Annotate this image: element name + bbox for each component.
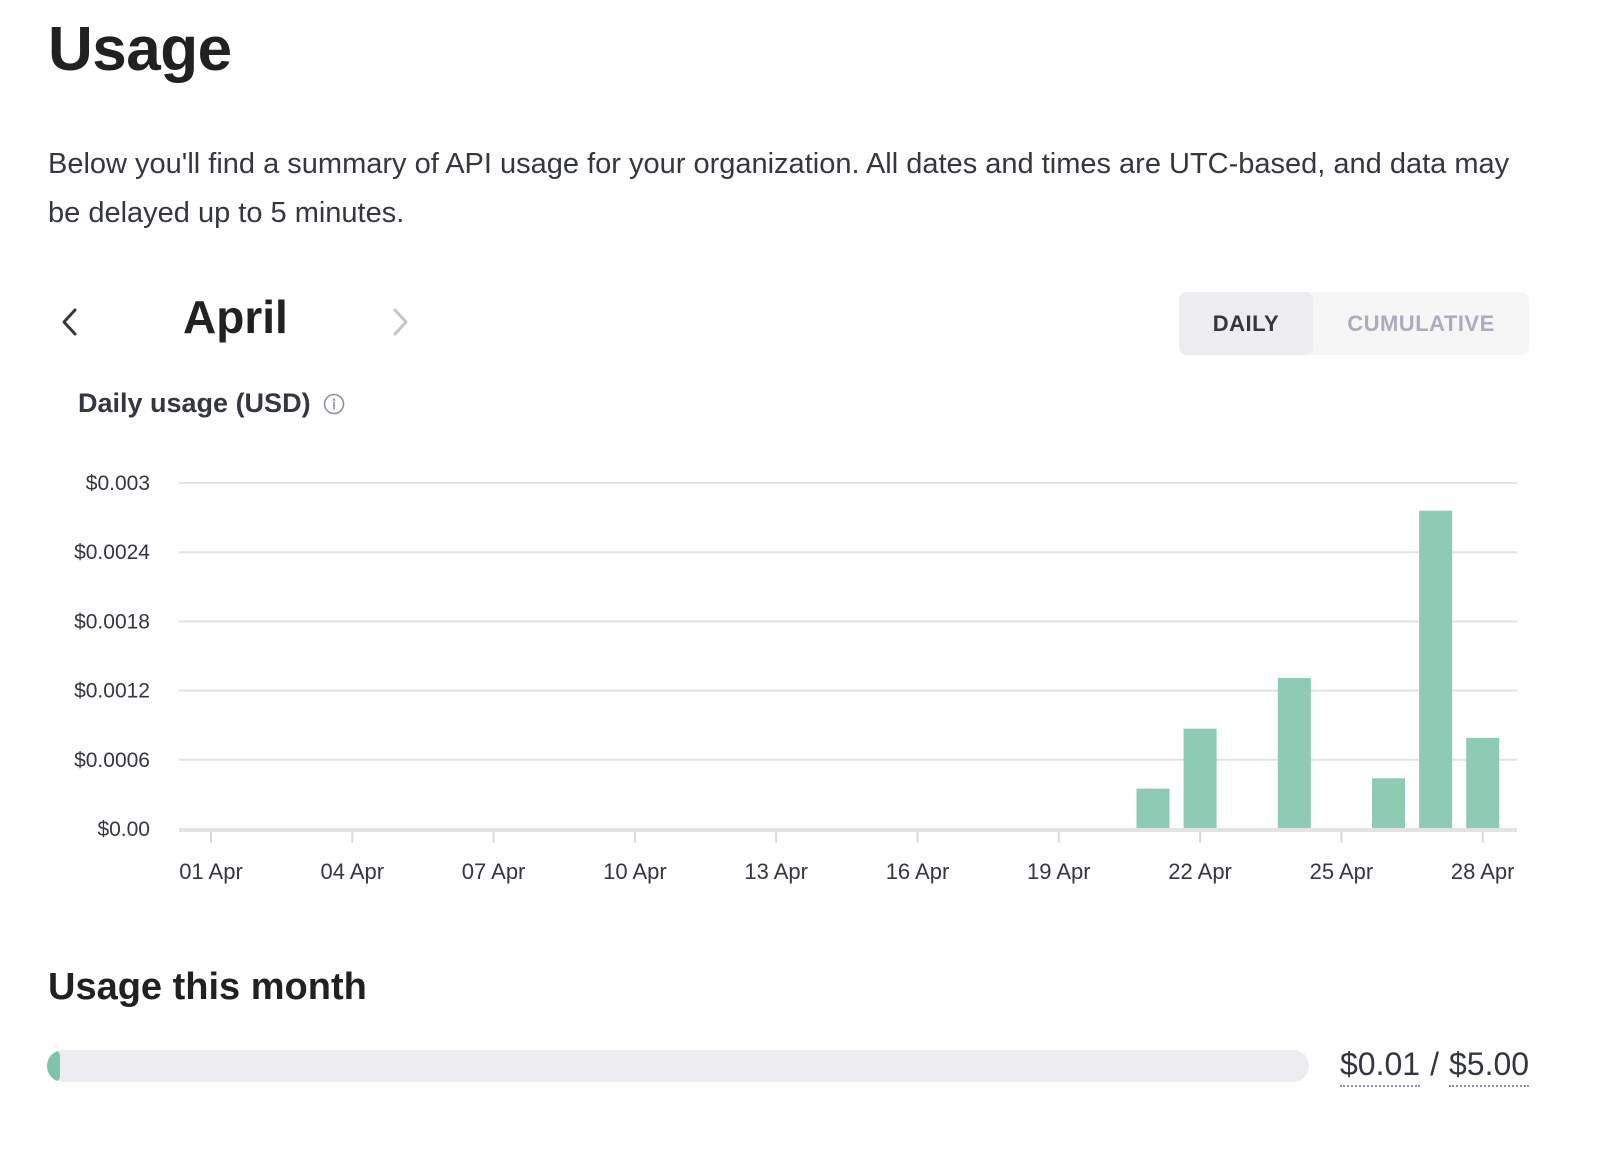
daily-usage-chart: $0.00 $0.0006 $0.0012 $0.0018 $0.0024 $0.003 2… — [74, 472, 1517, 884]
usage-amount: $0.01 / $5.00 — [1340, 1046, 1530, 1087]
cumulative-toggle-button[interactable]: CUMULATIVE — [1313, 292, 1529, 355]
x-tick-label: 04 Apr — [320, 859, 384, 884]
view-toggle: DAILY CUMULATIVE — [1179, 292, 1529, 355]
y-tick-label: $0.0024 — [74, 541, 150, 564]
month-navigator: April — [48, 290, 448, 354]
bar-27-apr[interactable]: 27 Apr: $0.00276 — [1419, 510, 1453, 829]
y-tick-label: $0.0018 — [74, 610, 150, 633]
x-tick-label: 16 Apr — [886, 859, 950, 884]
usage-this-month-title: Usage this month — [48, 966, 367, 1008]
usage-progress-fill — [47, 1050, 60, 1082]
bar-24-apr[interactable]: 24 Apr: $0.00131 — [1277, 677, 1311, 829]
info-icon[interactable] — [323, 393, 345, 415]
bar-21-apr[interactable]: 21 Apr: $0.00035 — [1136, 788, 1170, 829]
usage-progress-bar — [47, 1050, 1309, 1082]
y-tick-label: $0.0012 — [74, 680, 150, 703]
chart-title-text: Daily usage (USD) — [78, 388, 311, 418]
previous-month-button[interactable] — [48, 300, 92, 344]
y-tick-label: $0.0006 — [74, 749, 150, 772]
daily-toggle-button[interactable]: DAILY — [1179, 292, 1313, 355]
usage-separator: / — [1430, 1046, 1439, 1082]
chart-title: Daily usage (USD) — [78, 388, 345, 419]
bar-26-apr[interactable]: 26 Apr: $0.00044 — [1372, 778, 1405, 829]
x-tick-label: 19 Apr — [1027, 859, 1091, 884]
x-tick-label: 07 Apr — [462, 859, 526, 884]
x-tick-label: 10 Apr — [603, 859, 667, 884]
bar-22-apr[interactable]: 22 Apr: $0.00087 — [1183, 728, 1217, 829]
x-tick-label: 22 Apr — [1168, 859, 1232, 884]
y-tick-label: $0.003 — [86, 472, 150, 495]
page-title: Usage — [48, 15, 232, 84]
x-tick-label: 25 Apr — [1310, 859, 1374, 884]
page-description: Below you'll find a summary of API usage… — [48, 148, 1510, 229]
next-month-button[interactable] — [378, 300, 422, 344]
y-tick-label: $0.00 — [97, 818, 150, 841]
current-month: April — [183, 291, 288, 343]
x-tick-label: 28 Apr — [1451, 859, 1515, 884]
bar-28-apr[interactable]: 28 Apr: $0.00079 — [1466, 737, 1500, 829]
chevron-right-icon — [393, 308, 408, 336]
usage-used-amount[interactable]: $0.01 — [1340, 1046, 1421, 1087]
x-tick-label: 13 Apr — [744, 859, 808, 884]
usage-limit-amount[interactable]: $5.00 — [1448, 1046, 1530, 1087]
chevron-left-icon — [62, 308, 77, 336]
x-tick-label: 01 Apr — [179, 859, 243, 884]
